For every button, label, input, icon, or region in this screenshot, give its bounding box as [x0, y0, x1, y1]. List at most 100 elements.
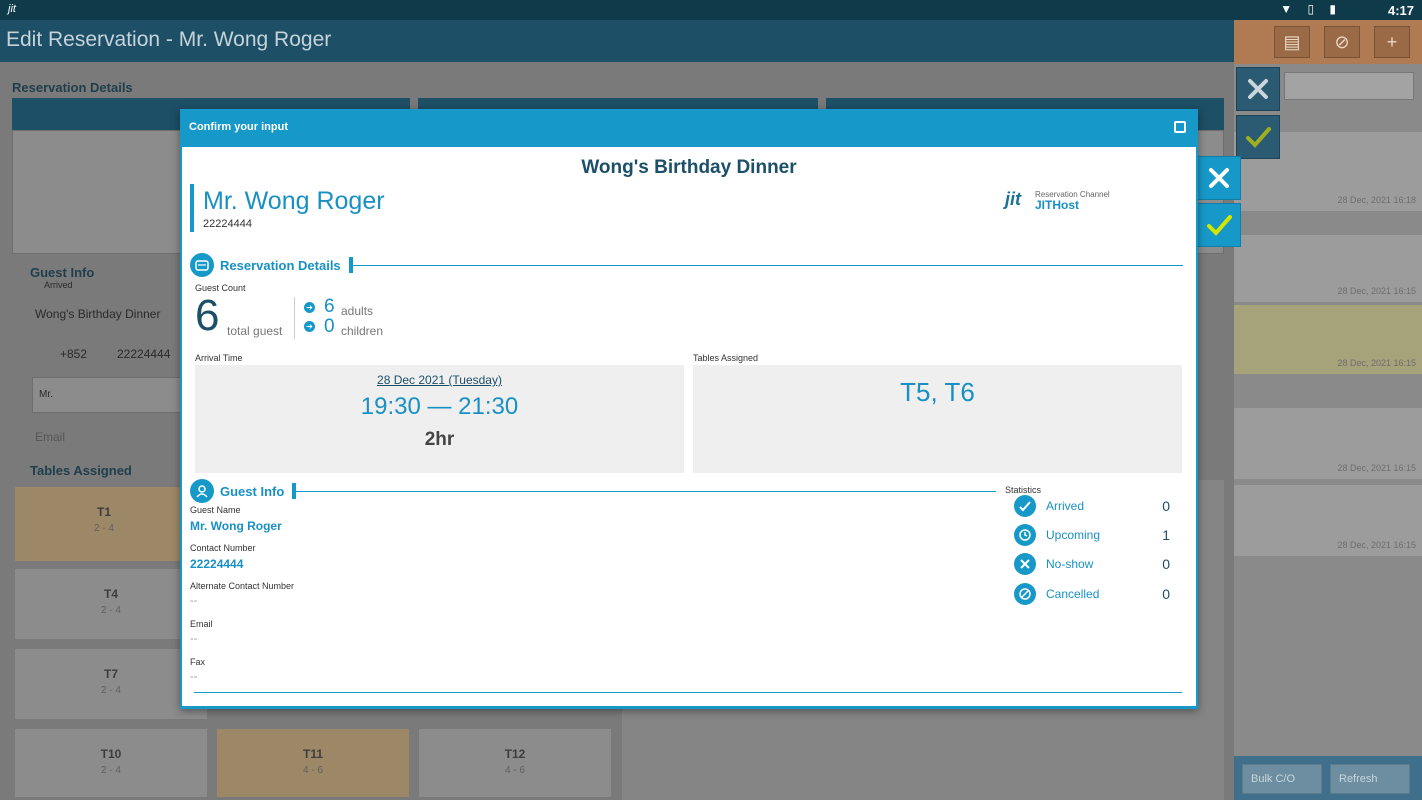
reservation-details-label: Reservation Details — [12, 80, 133, 95]
cancel-edit-button[interactable] — [1236, 67, 1280, 111]
tables-assigned-value: T5, T6 — [900, 377, 975, 407]
stat-label: Arrived — [1046, 499, 1085, 513]
plus-icon[interactable]: + — [1374, 26, 1410, 58]
channel-logo-icon: jit — [1005, 189, 1021, 209]
dialog-cancel-button[interactable] — [1197, 156, 1241, 200]
clock: 4:17 — [1387, 3, 1414, 18]
arrow-right-icon: ➔ — [304, 321, 315, 332]
table-tile[interactable]: T11 4 - 6 — [216, 728, 410, 798]
table-tile[interactable]: T12 4 - 6 — [418, 728, 612, 798]
children-number: 0 — [324, 316, 335, 337]
reservation-icon — [190, 253, 214, 277]
arrow-right-icon: ➔ — [304, 302, 315, 313]
confirm-dialog: Confirm your input Wong's Birthday Dinne… — [180, 109, 1198, 709]
title-input[interactable]: Mr. — [32, 377, 182, 413]
list-item[interactable]: 28 Dec, 2021 16:15 — [1234, 408, 1422, 480]
fax-value: -- — [190, 671, 198, 683]
stat-cancelled: Cancelled 0 — [1014, 583, 1170, 605]
user-icon — [190, 479, 214, 503]
expand-icon[interactable] — [1174, 121, 1186, 133]
stat-value: 0 — [1162, 556, 1170, 572]
fax-label: Fax — [190, 657, 206, 667]
stat-label: Upcoming — [1046, 528, 1101, 542]
tables-assigned-box: T5, T6 — [693, 365, 1182, 473]
duration: 2hr — [424, 429, 455, 450]
contact-number-value: 22224444 — [190, 557, 244, 571]
arrival-time-box: 28 Dec 2021 (Tuesday) 19:30 — 21:30 2hr — [195, 365, 684, 473]
ban-icon[interactable]: ⊘ — [1324, 26, 1360, 58]
tables-assigned-label: Tables Assigned — [693, 353, 759, 363]
arrival-time-range: 19:30 — 21:30 — [360, 393, 519, 420]
edit-title: Edit Reservation - Mr. Wong Roger — [6, 28, 332, 51]
stat-no-show: No-show 0 — [1014, 553, 1170, 575]
table-tile[interactable]: T1 2 - 4 — [14, 486, 194, 562]
arrival-date-link[interactable]: 28 Dec 2021 (Tuesday) — [195, 373, 684, 387]
stat-label: Cancelled — [1046, 587, 1100, 601]
stat-value: 0 — [1162, 498, 1170, 514]
event-name-field[interactable]: Wong's Birthday Dinner — [35, 307, 160, 321]
list-item[interactable]: 28 Dec, 2021 16:15 — [1234, 305, 1422, 375]
email-label: Email — [190, 619, 213, 629]
refresh-button[interactable]: Refresh — [1330, 764, 1410, 794]
alt-contact-label: Alternate Contact Number — [190, 581, 295, 591]
contact-number-label: Contact Number — [190, 543, 256, 553]
arrived-icon — [1014, 495, 1036, 517]
save-edit-button[interactable] — [1236, 115, 1280, 159]
total-guest-number: 6 — [195, 291, 220, 340]
dialog-title: Confirm your input — [189, 121, 288, 133]
list-bottom-bar: Bulk C/O Refresh — [1234, 756, 1422, 800]
edit-header: Edit Reservation - Mr. Wong Roger — [0, 20, 1234, 62]
adults-label: adults — [341, 304, 374, 318]
alt-contact-value: -- — [190, 595, 198, 607]
dialog-body: Wong's Birthday Dinner Mr. Wong Roger 22… — [182, 147, 1196, 706]
list-item[interactable]: 28 Dec, 2021 16:15 — [1234, 485, 1422, 557]
arrival-time-label: Arrival Time — [195, 353, 243, 363]
stat-arrived: Arrived 0 — [1014, 495, 1170, 517]
channel-value: JITHost — [1035, 198, 1080, 212]
bottom-divider — [194, 692, 1182, 693]
guest-name-heading: Mr. Wong Roger — [203, 187, 385, 215]
total-guest-label: total guest — [227, 324, 283, 338]
phone-field[interactable]: 22224444 — [117, 347, 170, 361]
app-logo: jit — [8, 3, 16, 15]
stat-upcoming: Upcoming 1 — [1014, 524, 1170, 546]
phone-code-select[interactable]: +852 — [60, 347, 87, 361]
document-icon[interactable]: ▤ — [1274, 26, 1310, 58]
list-item[interactable]: 28 Dec, 2021 16:15 — [1234, 235, 1422, 303]
guest-name-label: Guest Name — [190, 505, 241, 515]
bulk-checkout-button[interactable]: Bulk C/O — [1242, 764, 1322, 794]
table-tile[interactable]: T7 2 - 4 — [14, 648, 208, 720]
table-tile[interactable]: T10 2 - 4 — [14, 728, 208, 798]
statistics-label: Statistics — [1005, 485, 1042, 495]
status-bar: jit ▼ ▯ ▮ 4:17 — [0, 0, 1422, 20]
divider — [294, 297, 295, 339]
check-icon — [1246, 127, 1271, 148]
section-title: Reservation Details — [220, 257, 341, 273]
status-icons: ▼ ▯ ▮ — [1280, 2, 1342, 16]
tables-assigned-label: Tables Assigned — [30, 463, 132, 478]
close-icon — [1209, 168, 1229, 188]
section-title: Guest Info — [220, 483, 285, 499]
email-value: -- — [190, 633, 198, 645]
stat-value: 1 — [1162, 527, 1170, 543]
filter-dropdown[interactable] — [1284, 72, 1414, 100]
stat-label: No-show — [1046, 557, 1094, 571]
clock-icon — [1014, 524, 1036, 546]
table-tile[interactable]: T4 2 - 4 — [14, 568, 208, 640]
stat-value: 0 — [1162, 586, 1170, 602]
dialog-confirm-button[interactable] — [1197, 203, 1241, 247]
check-icon — [1207, 215, 1232, 236]
event-name: Wong's Birthday Dinner — [581, 157, 797, 178]
close-icon — [1248, 79, 1268, 99]
adults-number: 6 — [324, 296, 335, 317]
name-accent-bar — [190, 184, 194, 232]
no-show-icon — [1014, 553, 1036, 575]
email-field[interactable]: Email — [35, 430, 65, 444]
children-label: children — [341, 324, 384, 338]
guest-phone: 22224444 — [203, 218, 252, 230]
reservation-details-header: Reservation Details — [190, 253, 1183, 277]
arrived-badge: Arrived — [44, 280, 73, 290]
cancelled-icon — [1014, 583, 1036, 605]
guest-name-value: Mr. Wong Roger — [190, 519, 282, 533]
list-toolbar: ▤ ⊘ + — [1234, 20, 1422, 64]
